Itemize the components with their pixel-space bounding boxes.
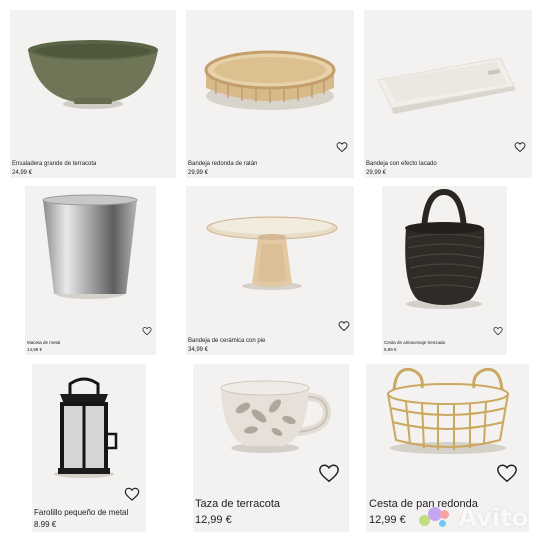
favorite-heart-icon[interactable] — [338, 320, 350, 332]
product-price: 34,99 € — [188, 347, 209, 353]
product-photo-metal-pot[interactable] — [25, 186, 156, 339]
product-name[interactable]: Taza de terracota — [195, 498, 280, 510]
product-price: 29,99 € — [188, 170, 209, 176]
product-photo-lacquer-tray[interactable] — [364, 10, 532, 160]
product-price: 12,99 € — [195, 514, 232, 526]
product-price: 8,99 € — [384, 347, 397, 352]
product-price: 8.99 € — [34, 520, 57, 529]
product-name[interactable]: Cesta de almacenaje trenzada — [384, 340, 445, 345]
product-card[interactable]: Taza de terracota 12,99 € — [193, 364, 349, 532]
product-name[interactable]: Bandeja con efecto lacado — [366, 161, 437, 167]
favorite-heart-icon[interactable] — [142, 326, 152, 336]
product-card[interactable]: Cesta de almacenaje trenzada 8,99 € — [382, 186, 507, 355]
product-name[interactable]: Cesta de pan redonda — [369, 498, 478, 510]
product-name[interactable]: Farolillo pequeño de metal — [34, 508, 128, 517]
product-card[interactable]: Cesta de pan redonda 12,99 € — [366, 364, 529, 532]
product-photo-metal-lantern[interactable] — [32, 364, 146, 504]
product-price: 14,99 € — [27, 347, 43, 352]
product-price: 24,99 € — [12, 170, 33, 176]
product-name[interactable]: Bandeja de cerámica con pie — [188, 338, 265, 344]
product-photo-ceramic-cake-stand[interactable] — [186, 186, 354, 336]
product-name[interactable]: Ensaladera grande de terracota — [12, 161, 96, 167]
product-photo-woven-basket[interactable] — [382, 186, 507, 339]
favorite-heart-icon[interactable] — [496, 462, 518, 484]
favorite-heart-icon[interactable] — [124, 486, 140, 502]
product-card[interactable]: Ensaladera grande de terracota 24,99 € — [10, 10, 176, 178]
product-price: 12,99 € — [369, 514, 406, 526]
product-card[interactable]: Bandeja con efecto lacado 29,99 € — [364, 10, 532, 178]
product-price: 29,99 € — [366, 170, 387, 176]
product-photo-rattan-tray[interactable] — [186, 10, 354, 160]
favorite-heart-icon[interactable] — [514, 141, 526, 153]
product-photo-salad-bowl[interactable] — [10, 10, 176, 160]
product-name[interactable]: Maceta de metal — [27, 340, 60, 345]
product-card[interactable]: Maceta de metal 14,99 € — [25, 186, 156, 355]
favorite-heart-icon[interactable] — [493, 326, 503, 336]
product-name[interactable]: Bandeja redonda de ratán — [188, 161, 257, 167]
favorite-heart-icon[interactable] — [336, 141, 348, 153]
product-card[interactable]: Bandeja redonda de ratán 29,99 € — [186, 10, 354, 178]
favorite-heart-icon[interactable] — [318, 462, 340, 484]
product-card[interactable]: Farolillo pequeño de metal 8.99 € — [32, 364, 146, 532]
product-card[interactable]: Bandeja de cerámica con pie 34,99 € — [186, 186, 354, 355]
